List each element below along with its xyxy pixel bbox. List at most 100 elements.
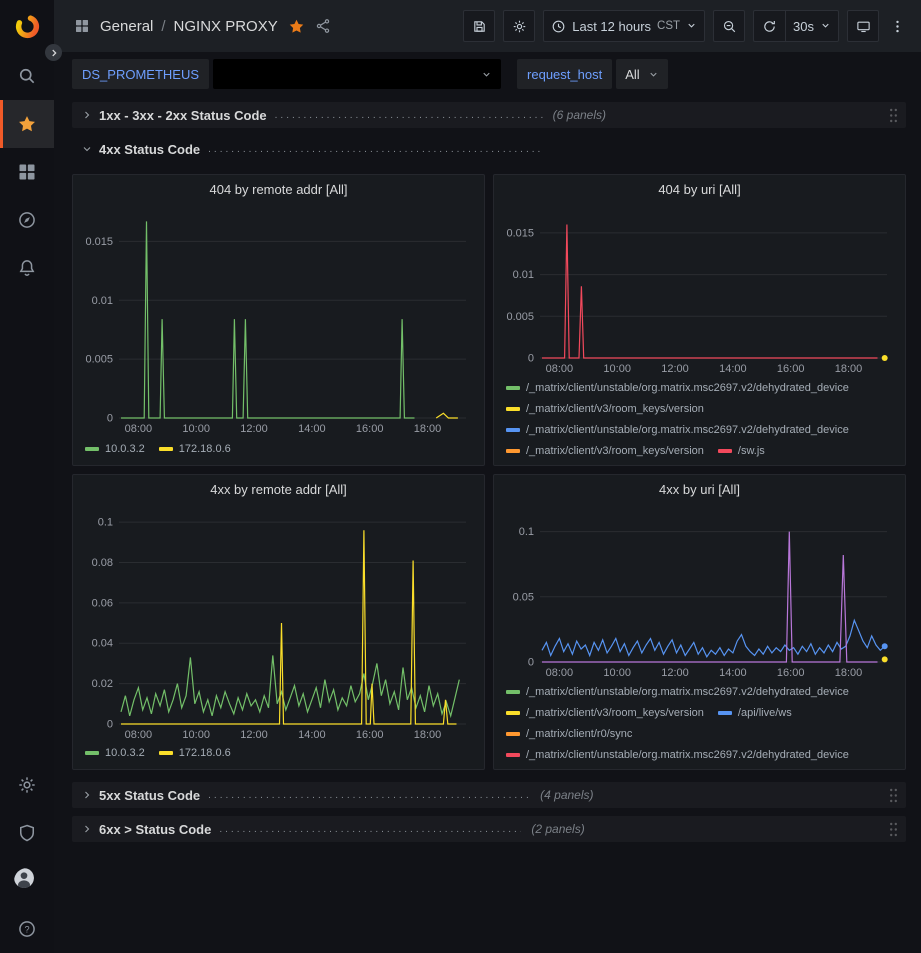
row-leader-dots: ........................................…	[219, 824, 521, 835]
legend-label: 10.0.3.2	[105, 443, 145, 455]
navbar-right: Last 12 hours CST	[463, 10, 907, 42]
legend-swatch	[506, 449, 520, 453]
row-5xx-status-code[interactable]: 5xx Status Code ........................…	[72, 782, 906, 808]
variable-label-request-host[interactable]: request_host	[517, 59, 612, 89]
legend-item[interactable]: /_matrix/client/unstable/org.matrix.msc2…	[506, 681, 849, 702]
legend-item[interactable]: 172.18.0.6	[159, 742, 231, 763]
sidebar-item-starred[interactable]	[0, 100, 54, 148]
chevron-down-icon	[79, 143, 95, 155]
chart-4xx-by-remote-addr[interactable]: 00.020.040.060.080.108:0010:0012:0014:00…	[81, 502, 476, 742]
svg-text:0.005: 0.005	[506, 311, 534, 323]
legend-item[interactable]: /_matrix/client/v3/room_keys/version	[506, 702, 704, 723]
save-dashboard-button[interactable]	[463, 10, 495, 42]
legend-item[interactable]: 10.0.3.2	[85, 742, 145, 763]
kebab-menu-icon[interactable]	[887, 18, 907, 35]
svg-text:16:00: 16:00	[356, 423, 384, 435]
row-drag-handle-icon[interactable]	[888, 821, 899, 838]
legend-item[interactable]: /api/live/ws	[718, 702, 792, 723]
breadcrumb-dashboard-title[interactable]: NGINX PROXY	[174, 18, 278, 35]
panel-legend: /_matrix/client/unstable/org.matrix.msc2…	[502, 681, 897, 765]
sidebar-item-configuration[interactable]	[0, 761, 54, 809]
panel-title[interactable]: 4xx by remote addr [All]	[81, 478, 476, 502]
refresh-button[interactable]	[753, 10, 785, 42]
sidebar-item-dashboards[interactable]	[0, 148, 54, 196]
svg-text:0: 0	[107, 719, 113, 731]
dashboard-settings-button[interactable]	[503, 10, 535, 42]
sidebar-item-alerting[interactable]	[0, 244, 54, 292]
sidebar-item-profile[interactable]	[0, 857, 54, 905]
legend-item[interactable]: /_matrix/client/v3/room_keys/version	[506, 398, 704, 419]
variable-label-ds-prometheus[interactable]: DS_PROMETHEUS	[72, 59, 209, 89]
svg-text:0: 0	[528, 353, 534, 365]
row-6xx-status-code[interactable]: 6xx > Status Code ......................…	[72, 816, 906, 842]
sidebar-expand-toggle[interactable]	[45, 44, 62, 61]
chevron-right-icon	[79, 109, 95, 121]
legend-item[interactable]: 10.0.3.2	[85, 438, 145, 459]
favorite-star-icon[interactable]	[288, 18, 305, 35]
svg-text:0.06: 0.06	[92, 597, 113, 609]
dashboard-canvas: 1xx - 3xx - 2xx Status Code ............…	[54, 96, 921, 953]
row-panel-count: (6 panels)	[553, 108, 606, 122]
panel-legend: 10.0.3.2 172.18.0.6	[81, 742, 476, 765]
legend-swatch	[506, 753, 520, 757]
grafana-logo[interactable]	[0, 0, 54, 52]
panel-title[interactable]: 404 by uri [All]	[502, 178, 897, 202]
svg-text:10:00: 10:00	[182, 729, 210, 741]
row-title: 4xx Status Code	[99, 142, 200, 157]
row-4xx-status-code[interactable]: 4xx Status Code ........................…	[72, 136, 906, 162]
svg-text:08:00: 08:00	[125, 729, 153, 741]
row-drag-handle-icon[interactable]	[888, 787, 899, 804]
panel-title[interactable]: 4xx by uri [All]	[502, 478, 897, 502]
svg-text:0.1: 0.1	[98, 517, 113, 529]
chevron-right-icon	[79, 823, 95, 835]
legend-label: /_matrix/client/v3/room_keys/version	[526, 403, 704, 415]
svg-text:12:00: 12:00	[240, 729, 268, 741]
legend-item[interactable]: /_matrix/client/r0/sync	[506, 723, 632, 744]
sidebar-item-help[interactable]: ?	[0, 905, 54, 953]
sidebar-item-server-admin[interactable]	[0, 809, 54, 857]
row-1xx-3xx-2xx-status-code[interactable]: 1xx - 3xx - 2xx Status Code ............…	[72, 102, 906, 128]
shield-icon	[17, 823, 37, 843]
legend-item[interactable]: /_matrix/client/unstable/org.matrix.msc2…	[506, 377, 849, 398]
dashboards-grid-icon[interactable]	[74, 18, 90, 34]
svg-text:0.015: 0.015	[506, 227, 534, 239]
breadcrumb: General / NGINX PROXY	[100, 18, 278, 35]
main-area: General / NGINX PROXY	[54, 0, 921, 953]
zoom-out-icon	[722, 19, 737, 34]
row-drag-handle-icon[interactable]	[888, 107, 899, 124]
dashboard-variables-bar: DS_PROMETHEUS request_host All	[54, 52, 921, 96]
refresh-interval-dropdown[interactable]: 30s	[785, 10, 839, 42]
time-range-picker[interactable]: Last 12 hours CST	[543, 10, 705, 42]
legend-item[interactable]: /_matrix/client/unstable/org.matrix.msc2…	[506, 419, 849, 440]
legend-item[interactable]: /_matrix/client/unstable/org.matrix.msc2…	[506, 744, 849, 765]
legend-item[interactable]: /_matrix/client/v3/room_keys/version	[506, 440, 704, 461]
row-panel-count: (2 panels)	[531, 822, 584, 836]
sidebar-item-explore[interactable]	[0, 196, 54, 244]
legend-item[interactable]: /sw.js	[718, 440, 765, 461]
request-host-dropdown[interactable]: All	[616, 59, 667, 89]
legend-label: /_matrix/client/unstable/org.matrix.msc2…	[526, 749, 849, 761]
navbar-left: General / NGINX PROXY	[74, 18, 331, 35]
datasource-dropdown[interactable]	[213, 59, 501, 89]
save-icon	[472, 19, 487, 34]
panel-title[interactable]: 404 by remote addr [All]	[81, 178, 476, 202]
breadcrumb-folder[interactable]: General	[100, 18, 153, 35]
zoom-out-button[interactable]	[713, 10, 745, 42]
tv-mode-button[interactable]	[847, 10, 879, 42]
panel-legend: /_matrix/client/unstable/org.matrix.msc2…	[502, 377, 897, 461]
sidebar-item-search[interactable]	[0, 52, 54, 100]
legend-label: 172.18.0.6	[179, 747, 231, 759]
svg-text:14:00: 14:00	[719, 667, 747, 679]
chart-404-by-uri[interactable]: 00.0050.010.01508:0010:0012:0014:0016:00…	[502, 202, 897, 376]
panels-grid: 404 by remote addr [All] 00.0050.010.015…	[72, 174, 906, 770]
chart-404-by-remote-addr[interactable]: 00.0050.010.01508:0010:0012:0014:0016:00…	[81, 202, 476, 436]
row-leader-dots: ........................................…	[275, 110, 543, 121]
legend-item[interactable]: 172.18.0.6	[159, 438, 231, 459]
chart-4xx-by-uri[interactable]: 00.050.108:0010:0012:0014:0016:0018:00	[502, 502, 897, 680]
app-window: ? General /	[0, 0, 921, 953]
svg-text:0: 0	[107, 413, 113, 425]
request-host-value: All	[625, 67, 639, 82]
share-icon[interactable]	[315, 18, 331, 34]
panel-404-by-remote-addr: 404 by remote addr [All] 00.0050.010.015…	[72, 174, 485, 466]
search-icon	[17, 66, 37, 86]
